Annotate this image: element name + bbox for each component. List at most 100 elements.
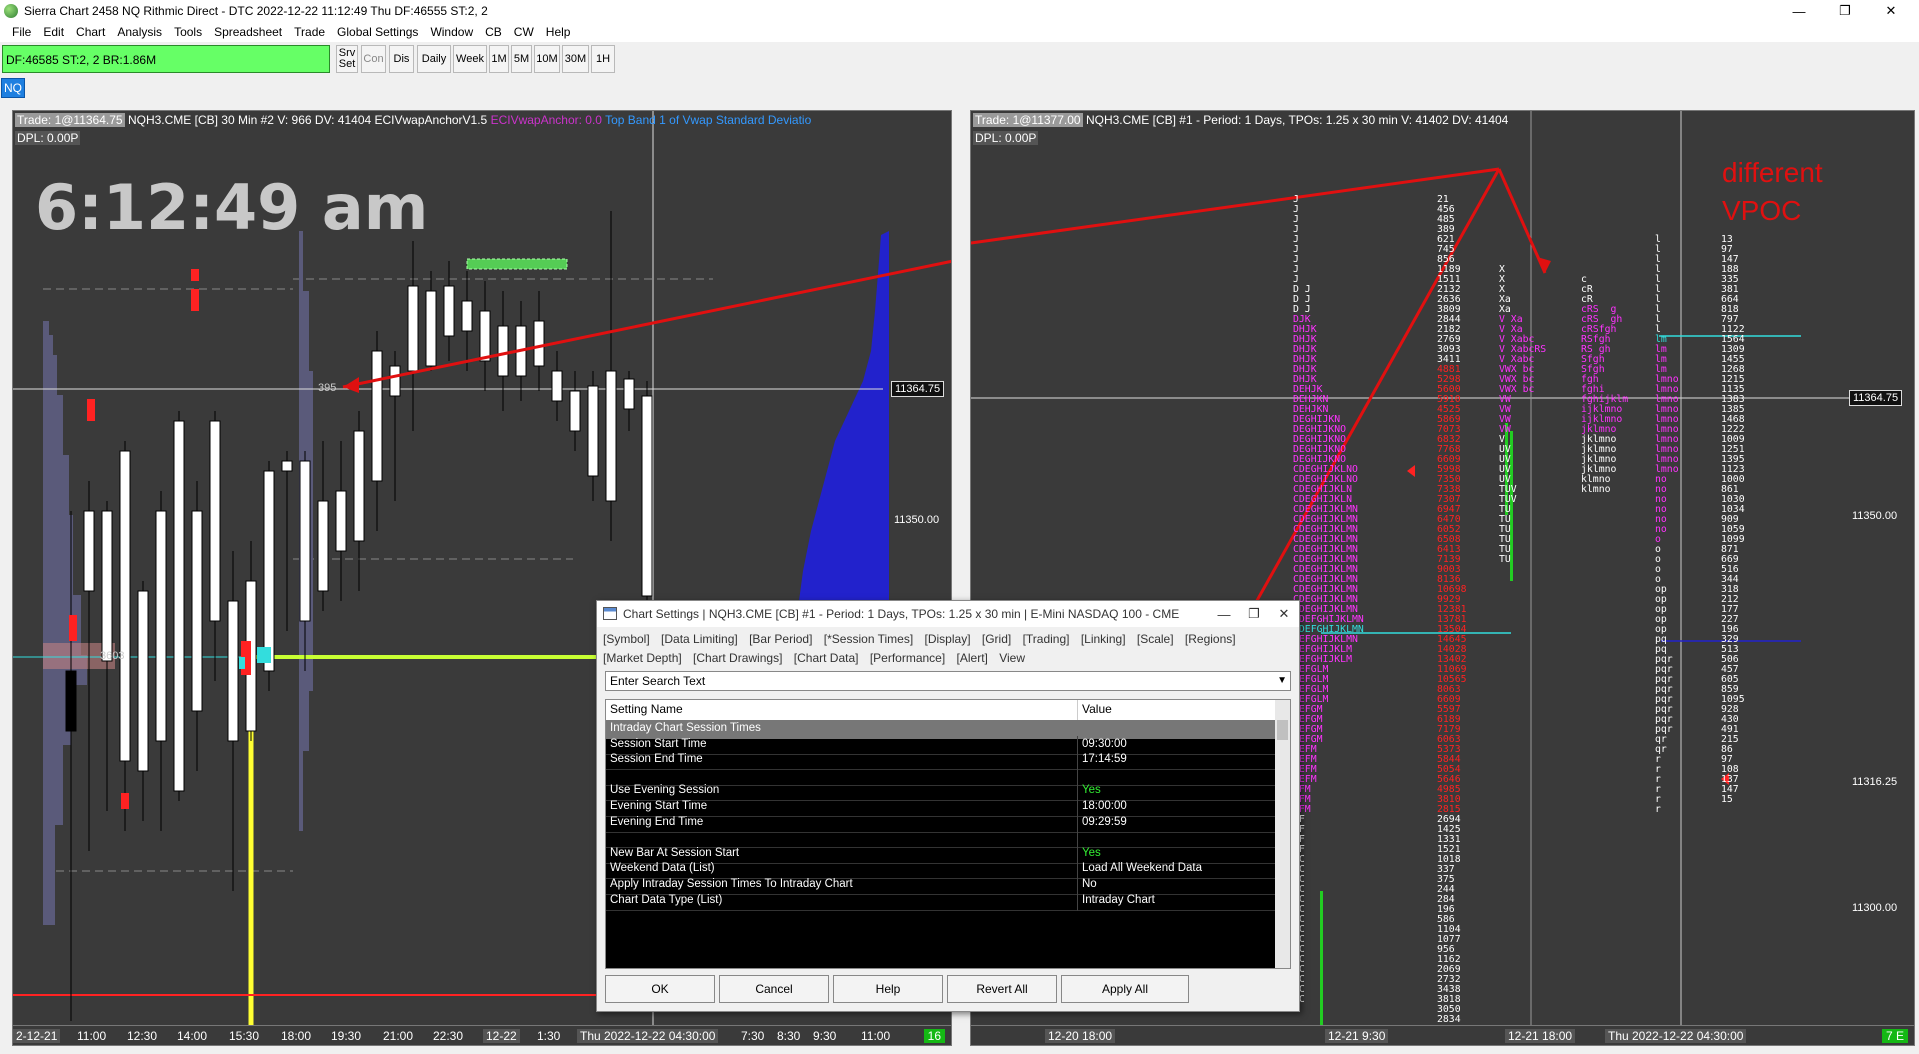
dialog-title-bar[interactable]: Chart Settings | NQH3.CME [CB] #1 - Peri… [597,601,1299,627]
chart-settings-dialog[interactable]: Chart Settings | NQH3.CME [CB] #1 - Peri… [596,600,1300,1012]
chartbook-tab-row: NQ [0,77,1919,99]
tpo-row: BC [1293,995,1364,1005]
left-time-axis: 2-12-21 11:00 12:30 14:00 15:30 18:00 19… [13,1025,951,1045]
settings-grid[interactable]: Setting Name Value Intraday Chart Sessio… [605,699,1291,969]
tpo-row: J [1293,204,1299,215]
tab-performance[interactable]: [Performance] [870,651,945,665]
revert-all-button[interactable]: Revert All [947,975,1057,1003]
time-label: 14:00 [177,1029,208,1043]
volume-label-395: 395 [318,382,337,394]
menu-analysis[interactable]: Analysis [111,25,168,39]
menu-trade[interactable]: Trade [288,25,331,39]
tab-data-limiting[interactable]: [Data Limiting] [661,632,738,646]
setting-name-cell: Chart Data Type (List) [606,891,1078,911]
right-header-text: NQH3.CME [CB] #1 - Period: 1 Days, TPOs:… [1085,113,1509,127]
settings-row[interactable]: Chart Data Type (List) Intraday Chart [606,891,1276,911]
volume-label-3603: 3603 [100,650,125,662]
scrollbar-thumb[interactable] [1277,720,1288,740]
tpo-day2-letters: X X X Xa Xa V Xa V Xa V Xabc V XabcRS V Xabc VWX b… [1499,265,1546,565]
tpo-day1-letters: JJJJJJJJJD JD JD J DJK DHJK DHJK DHJK DHJK DHJ… [1293,195,1364,1005]
menu-cw[interactable]: CW [508,25,540,39]
10m-button[interactable]: 10M [534,45,560,73]
time-label: 21:00 [383,1029,414,1043]
time-label: 7:30 [741,1029,765,1043]
left-current-price-tag: 11364.75 [891,381,945,397]
tab-view[interactable]: View [999,651,1025,665]
server-settings-button[interactable]: Srv Set [336,45,358,73]
toolbar: DF:46585 ST:2, 2 BR:1.86M Srv Set Con Di… [0,42,1919,76]
left-volume-profile [43,321,87,925]
settings-search-input[interactable]: Enter Search Text ▼ [605,671,1291,691]
tab-scale[interactable]: [Scale] [1137,632,1174,646]
time-label: 15:30 [229,1029,260,1043]
tpo-row: J [1293,264,1299,275]
green-resistance-zone [466,258,568,270]
daily-button[interactable]: Daily [417,45,451,73]
help-button[interactable]: Help [833,975,943,1003]
tab-chart-drawings[interactable]: [Chart Drawings] [693,651,782,665]
tab-alert[interactable]: [Alert] [957,651,988,665]
right-chart-header: Trade: 1@11377.00 NQH3.CME [CB] #1 - Per… [973,113,1508,127]
dialog-title: Chart Settings | NQH3.CME [CB] #1 - Peri… [623,607,1180,621]
connect-button[interactable]: Con [361,45,386,73]
right-current-price-tag: 11364.75 [1849,390,1903,406]
right-bar-count-badge: 7 E [1881,1029,1908,1043]
tab-linking[interactable]: [Linking] [1081,632,1126,646]
minimize-button[interactable]: — [1776,0,1822,22]
5m-button[interactable]: 5M [511,45,532,73]
tpo-row: J [1293,234,1299,245]
settings-grid-header: Setting Name Value [606,700,1276,720]
dropdown-arrow-icon[interactable]: ▼ [1277,675,1287,686]
maximize-button[interactable]: ❐ [1822,0,1868,22]
setting-value-cell[interactable]: Intraday Chart [1078,892,1276,911]
tab-bar-period[interactable]: [Bar Period] [749,632,812,646]
tab-chart-data[interactable]: [Chart Data] [794,651,859,665]
tab-display[interactable]: [Display] [925,632,971,646]
left-band-label: Top Band 1 of Vwap Standard Deviatio [605,113,812,127]
dialog-tabs-row1: [Symbol] [Data Limiting] [Bar Period] [*… [603,632,1244,646]
menu-spreadsheet[interactable]: Spreadsheet [208,25,288,39]
tpo-day3-volumes: 13 97 147 188 335 381 664 818 797 1122 1564 1309 145… [1721,235,1745,805]
tab-symbol[interactable]: [Symbol] [603,632,650,646]
ok-button[interactable]: OK [605,975,715,1003]
1h-button[interactable]: 1H [591,45,615,73]
right-trade-tag: Trade: 1@11377.00 [973,113,1083,127]
tab-nq[interactable]: NQ [1,78,25,98]
menu-help[interactable]: Help [540,25,577,39]
time-label: 12-20 18:00 [1045,1029,1116,1043]
right-axis-price: 11300.00 [1852,902,1898,914]
week-button[interactable]: Week [453,45,487,73]
dialog-close-button[interactable]: ✕ [1271,603,1297,625]
disconnect-button[interactable]: Dis [389,45,414,73]
time-label: 11:00 [861,1029,891,1043]
annotation-line: different [1722,157,1823,188]
tpo-row: 15 [1721,794,1733,805]
tpo-row: klmno [1581,484,1611,495]
tpo-row: TU [1499,554,1511,565]
1m-button[interactable]: 1M [489,45,509,73]
time-label: 19:30 [331,1029,362,1043]
time-label: 8:30 [777,1029,801,1043]
settings-grid-scrollbar[interactable] [1275,700,1290,968]
menu-cb[interactable]: CB [479,25,508,39]
dialog-minimize-button[interactable]: — [1211,603,1237,625]
apply-all-button[interactable]: Apply All [1061,975,1189,1003]
menu-file[interactable]: File [6,25,37,39]
dialog-window-icon [603,607,617,620]
menu-global-settings[interactable]: Global Settings [331,25,424,39]
search-placeholder: Enter Search Text [610,674,706,688]
menu-tools[interactable]: Tools [168,25,208,39]
menu-window[interactable]: Window [424,25,479,39]
dialog-maximize-button[interactable]: ❐ [1241,603,1267,625]
tab-session-times[interactable]: [*Session Times] [824,632,913,646]
signal-markers [69,269,271,809]
tab-market-depth[interactable]: [Market Depth] [603,651,682,665]
tab-grid[interactable]: [Grid] [982,632,1011,646]
tab-regions[interactable]: [Regions] [1185,632,1236,646]
menu-chart[interactable]: Chart [70,25,111,39]
menu-edit[interactable]: Edit [37,25,70,39]
cancel-button[interactable]: Cancel [719,975,829,1003]
close-window-button[interactable]: ✕ [1868,0,1914,22]
tab-trading[interactable]: [Trading] [1023,632,1070,646]
30m-button[interactable]: 30M [562,45,589,73]
